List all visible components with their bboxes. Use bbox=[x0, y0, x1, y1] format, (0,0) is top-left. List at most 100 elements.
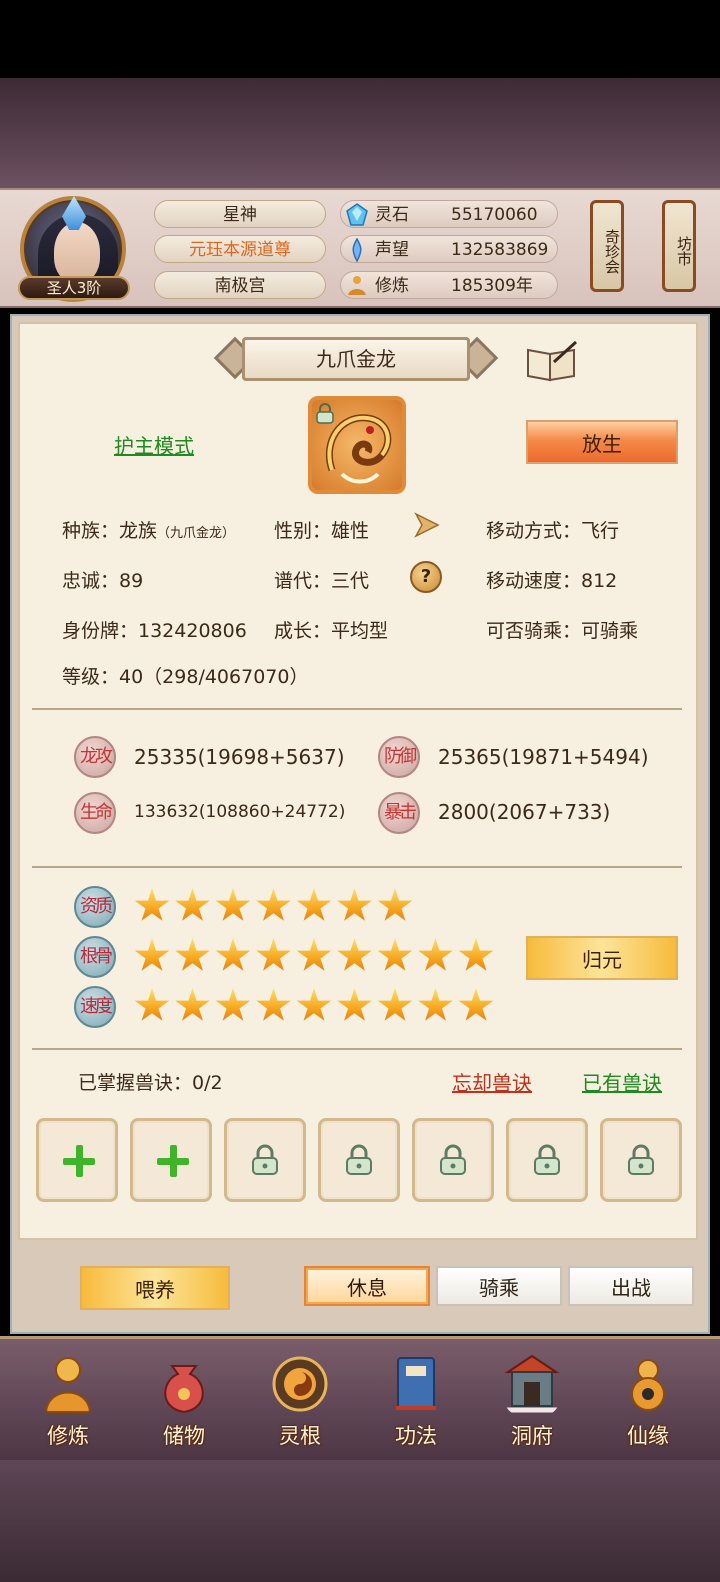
star-icon bbox=[337, 938, 372, 971]
section-divider bbox=[32, 1048, 682, 1050]
stat-badge: 龙攻 bbox=[74, 736, 116, 778]
spirit-root-icon bbox=[272, 1356, 328, 1412]
rideable-info: 可否骑乘：可骑乘 bbox=[486, 620, 639, 642]
star-icon bbox=[337, 988, 372, 1021]
lock-icon bbox=[628, 1144, 654, 1175]
bone-stars bbox=[134, 936, 514, 976]
aptitude-stars bbox=[134, 886, 514, 926]
nav-cultivate[interactable]: 修炼 bbox=[18, 1340, 118, 1456]
title-pill-1: 星神 bbox=[154, 200, 326, 228]
section-divider bbox=[32, 866, 682, 868]
quality-badge: 资质 bbox=[74, 886, 116, 928]
battle-button[interactable]: 出战 bbox=[568, 1266, 694, 1306]
star-icon bbox=[256, 938, 291, 971]
pet-manual-book-icon[interactable] bbox=[524, 340, 578, 382]
storage-bag-icon bbox=[164, 1365, 204, 1414]
nav-label: 洞府 bbox=[511, 1424, 553, 1448]
star-icon bbox=[134, 888, 170, 921]
resource-label: 灵石 bbox=[375, 205, 409, 225]
star-icon bbox=[337, 888, 372, 921]
cultivate-icon bbox=[44, 1357, 92, 1413]
nav-technique[interactable]: 功法 bbox=[366, 1340, 466, 1456]
nav-label: 修炼 bbox=[47, 1424, 89, 1448]
ride-button[interactable]: 骑乘 bbox=[436, 1266, 562, 1306]
resource-label: 声望 bbox=[375, 240, 409, 260]
guard-mode-link[interactable]: 护主模式 bbox=[114, 430, 194, 459]
nav-label: 功法 bbox=[395, 1424, 437, 1448]
stat-value: 133632(108860+24772) bbox=[134, 802, 346, 822]
top-bar bbox=[0, 0, 720, 78]
star-icon bbox=[418, 938, 453, 971]
nav-fate[interactable]: 仙缘 bbox=[598, 1340, 698, 1456]
cave-dwelling-icon bbox=[504, 1354, 560, 1413]
lock-icon bbox=[252, 1144, 278, 1175]
stat-value: 2800(2067+733) bbox=[438, 800, 611, 824]
technique-book-icon bbox=[396, 1357, 436, 1410]
star-icon bbox=[458, 938, 494, 971]
add-icon bbox=[157, 1145, 189, 1177]
star-icon bbox=[296, 988, 332, 1021]
title-pill-3: 南极宫 bbox=[154, 271, 326, 299]
stat-badge: 防御 bbox=[378, 736, 420, 778]
resource-cultivation: 修炼 185309年 bbox=[340, 271, 558, 299]
nav-spirit-root[interactable]: 灵根 bbox=[250, 1340, 350, 1456]
add-icon bbox=[63, 1145, 95, 1177]
nav-label: 储物 bbox=[163, 1424, 205, 1448]
market-button[interactable]: 坊市 bbox=[662, 200, 696, 292]
return-origin-button[interactable]: 归元 bbox=[526, 936, 678, 980]
rest-button[interactable]: 休息 bbox=[304, 1266, 430, 1306]
nav-label: 仙缘 bbox=[627, 1424, 669, 1448]
mastered-skills-count: 已掌握兽诀：0/2 bbox=[78, 1072, 223, 1094]
star-icon bbox=[296, 938, 332, 971]
star-icon bbox=[377, 988, 413, 1021]
star-icon bbox=[377, 888, 413, 921]
generation-info: 谱代：三代 bbox=[274, 570, 370, 592]
nav-storage[interactable]: 储物 bbox=[134, 1340, 234, 1456]
resource-value: 55170060 bbox=[451, 205, 538, 225]
star-icon bbox=[134, 938, 170, 971]
skill-slot-locked[interactable] bbox=[318, 1118, 400, 1202]
pet-portrait[interactable] bbox=[308, 396, 406, 494]
cultivation-icon bbox=[348, 276, 366, 295]
star-icon bbox=[377, 938, 413, 971]
star-icon bbox=[256, 988, 291, 1021]
lock-icon bbox=[440, 1144, 466, 1175]
resource-label: 修炼 bbox=[375, 276, 409, 296]
stat-badge: 生命 bbox=[74, 792, 116, 834]
nav-label: 灵根 bbox=[279, 1424, 321, 1448]
switch-arrow-icon[interactable] bbox=[410, 510, 444, 540]
stat-badge: 暴击 bbox=[378, 792, 420, 834]
owned-skills-link[interactable]: 已有兽诀 bbox=[582, 1067, 662, 1096]
skill-slot-locked[interactable] bbox=[224, 1118, 306, 1202]
skill-slot-locked[interactable] bbox=[600, 1118, 682, 1202]
skill-slot-locked[interactable] bbox=[506, 1118, 588, 1202]
race-text: 种族：龙族 bbox=[62, 520, 158, 542]
quality-badge: 速度 bbox=[74, 986, 116, 1028]
help-icon[interactable]: ? bbox=[410, 561, 442, 593]
prestige-icon bbox=[352, 238, 362, 262]
star-icon bbox=[215, 938, 251, 971]
star-icon bbox=[215, 988, 251, 1021]
stat-value: 25335(19698+5637) bbox=[134, 745, 345, 769]
lock-icon bbox=[534, 1144, 560, 1175]
resource-value: 132583869 bbox=[451, 240, 549, 260]
level-info: 等级：40（298/4067070） bbox=[62, 666, 309, 688]
section-divider bbox=[32, 708, 682, 710]
skill-slot-locked[interactable] bbox=[412, 1118, 494, 1202]
star-icon bbox=[215, 888, 251, 921]
resource-prestige: 声望 132583869 bbox=[340, 235, 558, 263]
skill-slot-add[interactable] bbox=[130, 1118, 212, 1202]
release-button[interactable]: 放生 bbox=[526, 420, 678, 464]
forget-skill-link[interactable]: 忘却兽诀 bbox=[452, 1067, 532, 1096]
star-icon bbox=[296, 888, 332, 921]
resource-value: 185309年 bbox=[451, 276, 533, 296]
treasure-fair-button[interactable]: 奇珍会 bbox=[590, 200, 624, 292]
feed-button[interactable]: 喂养 bbox=[80, 1266, 230, 1310]
bottom-background bbox=[0, 1460, 720, 1582]
scene-background bbox=[0, 78, 720, 190]
skill-slot-add[interactable] bbox=[36, 1118, 118, 1202]
star-icon bbox=[175, 988, 210, 1021]
nav-cave[interactable]: 洞府 bbox=[482, 1340, 582, 1456]
fate-gourd-icon bbox=[631, 1359, 665, 1411]
growth-info: 成长：平均型 bbox=[274, 620, 389, 642]
